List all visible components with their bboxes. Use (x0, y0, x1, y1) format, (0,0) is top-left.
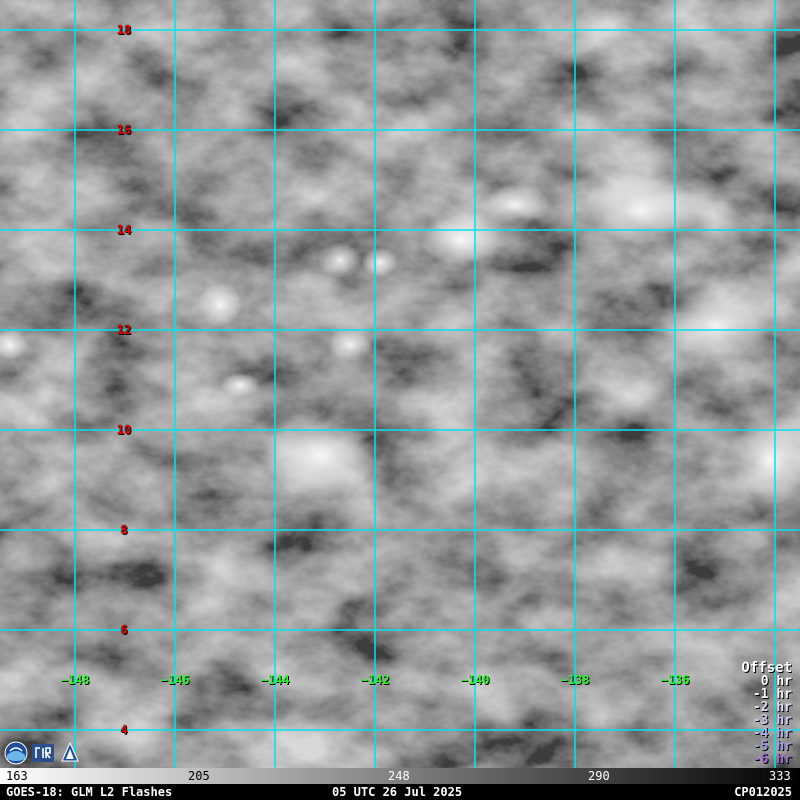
colorbar-tick-label: 163 (6, 769, 28, 783)
longitude-label: −148 (60, 673, 90, 687)
latitude-label: 6 (120, 623, 128, 637)
colorbar-tick-label: 290 (588, 769, 610, 783)
storm-id: CP012025 (734, 785, 792, 799)
longitude-label: −140 (460, 673, 490, 687)
cira-logo-icon (32, 744, 54, 762)
timestamp: 05 UTC 26 Jul 2025 (332, 785, 463, 799)
noaa-logo-icon (4, 741, 28, 765)
latitude-label: 16 (116, 123, 132, 137)
longitude-label: −144 (260, 673, 290, 687)
product-label: GOES-18: GLM L2 Flashes (6, 785, 173, 799)
latitude-label: 4 (120, 723, 128, 737)
latitude-label: 14 (116, 223, 132, 237)
legend-item: -6 hr (752, 752, 792, 767)
footer-bar: GOES-18: GLM L2 Flashes 05 UTC 26 Jul 20… (0, 784, 800, 800)
colorbar-tick-label: 333 (769, 769, 791, 783)
satellite-viewer: 18 16 14 12 10 8 6 4 −148 −146 −144 −142 −140 −138 −1… (0, 0, 800, 800)
csu-logo-icon (61, 741, 79, 762)
longitude-label: −138 (560, 673, 590, 687)
longitude-label: −136 (660, 673, 690, 687)
latitude-label: 18 (116, 23, 132, 37)
colorbar-tick-label: 248 (388, 769, 410, 783)
latitude-label: 10 (116, 423, 132, 437)
lat-lon-grid (0, 0, 800, 768)
offset-legend: Offset 0 hr -1 hr -2 hr -3 hr -4 hr -5 hr -6 h… (741, 661, 792, 767)
longitude-label: −142 (360, 673, 390, 687)
agency-logos (4, 740, 82, 766)
colorbar-tick-label: 205 (188, 769, 210, 783)
latitude-label: 12 (116, 323, 132, 337)
latitude-label: 8 (120, 523, 128, 537)
longitude-label: −146 (160, 673, 190, 687)
